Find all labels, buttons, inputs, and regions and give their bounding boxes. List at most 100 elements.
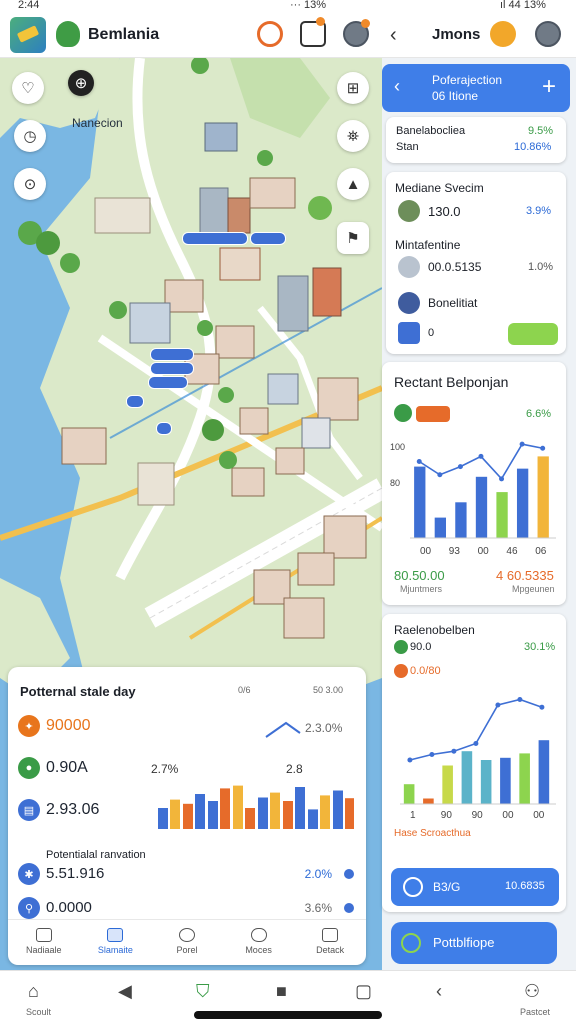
- chart-tag-label: [416, 411, 420, 422]
- stats-card: Potternal stale day 0/6 50 3.00 ✦ 90000 …: [8, 667, 366, 965]
- map-marker-pill[interactable]: [156, 422, 172, 435]
- foot-right-value: 4 60.5335: [496, 568, 554, 583]
- tab-grid[interactable]: Slamaite: [80, 920, 152, 963]
- bar: [183, 803, 193, 829]
- map-marker-pill[interactable]: [150, 362, 194, 375]
- globe-icon[interactable]: ⊕: [68, 70, 94, 96]
- app-title: Bemlania: [88, 26, 160, 43]
- y-tick-label: 80: [390, 478, 400, 488]
- chevron-left-icon[interactable]: ‹: [390, 24, 397, 47]
- bar: [233, 785, 243, 829]
- x-tick-label: 00: [478, 546, 490, 556]
- panel-header-line-2: 06 Itione: [432, 89, 479, 103]
- plus-icon[interactable]: +: [542, 73, 556, 101]
- map-marker-pill[interactable]: [250, 232, 286, 245]
- chart-footnote: Hase Scroacthua: [394, 828, 471, 839]
- sub-row[interactable]: ✱ 5.51.916 2.0%: [18, 863, 358, 885]
- map-marker-pill[interactable]: [148, 376, 188, 389]
- chevron-left-icon[interactable]: ‹: [394, 76, 400, 97]
- line-point: [517, 697, 523, 702]
- bar: [283, 801, 293, 829]
- sub-row-value: 5.51.916: [46, 865, 105, 882]
- stats-header-1: 0/6: [238, 685, 251, 695]
- cart-button[interactable]: [300, 17, 326, 47]
- chart-tag: [416, 406, 450, 422]
- tab-label: Detack: [316, 945, 345, 955]
- map-marker-pill[interactable]: [182, 232, 248, 245]
- shield-check-icon[interactable]: ⛉: [196, 981, 210, 1002]
- bar: [455, 502, 467, 538]
- stats-title: Potternal stale day: [20, 684, 136, 699]
- row-value: 0.0/80: [410, 665, 441, 677]
- action-value: 10.6835: [505, 880, 545, 892]
- leaf-icon: [394, 404, 412, 422]
- tab-bag[interactable]: Detack: [294, 920, 366, 963]
- sub-row[interactable]: ⚲ 0.0000 3.6%: [18, 897, 358, 919]
- panel-header: ‹ Poferajection 06 Itione +: [382, 64, 570, 112]
- right-bar-line-chart-2: 1 90 90 00 00: [400, 697, 556, 820]
- nav-label: Pastcet: [520, 1007, 551, 1017]
- notification-button[interactable]: [490, 21, 516, 47]
- back-triangle-icon[interactable]: ◀: [118, 981, 132, 1002]
- map-marker-pill[interactable]: [150, 348, 194, 361]
- coin-icon: ✦: [18, 715, 40, 737]
- tab-heart[interactable]: Porel: [151, 920, 223, 963]
- primary-action-button[interactable]: Pottblfiope: [391, 922, 557, 964]
- right-bar-line-chart: 00 93 00 46 06 100 80: [390, 441, 556, 556]
- chart-icon: ▤: [18, 799, 40, 821]
- x-tick-label: 93: [449, 546, 461, 556]
- sub-row-percent: 2.0%: [304, 867, 332, 881]
- layers-icon[interactable]: ⊞: [337, 72, 369, 104]
- avatar-button[interactable]: [343, 19, 370, 47]
- line-point: [540, 445, 546, 451]
- bookmark-icon[interactable]: ⚑: [337, 222, 369, 254]
- bar: [500, 757, 511, 804]
- search-button[interactable]: [257, 21, 283, 47]
- sub-row-percent: 3.6%: [304, 901, 332, 915]
- bar: [519, 753, 530, 804]
- status-indicators-right: ıl 44 13%: [500, 0, 546, 11]
- notification-dot: [361, 19, 370, 28]
- nav-label: Scoult: [26, 1007, 52, 1017]
- home-icon[interactable]: ⌂: [28, 981, 39, 1002]
- app-logo[interactable]: [10, 17, 46, 53]
- summary-card[interactable]: Banelabocliea 9.5% Stan 10.86%: [386, 117, 566, 163]
- row-percent: 30.1%: [524, 641, 556, 653]
- line-point: [407, 757, 413, 763]
- profile-avatar-button[interactable]: [535, 21, 561, 47]
- x-tick-label: 00: [533, 810, 545, 820]
- line-point: [429, 752, 435, 757]
- bar: [245, 808, 255, 829]
- bar: [270, 792, 280, 829]
- x-tick-label: 00: [420, 546, 432, 556]
- circle-check-icon: [401, 933, 421, 953]
- leaf-icon: [394, 640, 408, 654]
- bike-icon: ⚲: [18, 897, 40, 919]
- bar: [538, 740, 550, 804]
- timer-icon[interactable]: ◷: [14, 120, 46, 152]
- list-item-title: Bonelitiat: [428, 296, 478, 310]
- person-icon: [398, 292, 420, 314]
- trend-percent: 2.3.0%: [305, 721, 343, 735]
- tab-label: Slamaite: [97, 945, 133, 955]
- heart-icon[interactable]: ♡: [12, 72, 44, 104]
- tab-label: Moces: [245, 945, 272, 955]
- profile-icon[interactable]: ⚇: [524, 981, 540, 1002]
- route-icon[interactable]: ⛯: [337, 120, 369, 152]
- bar: [158, 808, 168, 829]
- orange-dot-icon: [394, 664, 408, 678]
- stat-action-button[interactable]: B3/G 10.6835: [391, 868, 559, 906]
- confirm-button[interactable]: [508, 323, 558, 345]
- tab-home[interactable]: Nadiaale: [8, 920, 80, 963]
- bar: [516, 468, 529, 538]
- recents-icon[interactable]: ▢: [355, 981, 372, 1002]
- tab-cloud[interactable]: Moces: [223, 920, 295, 963]
- chevron-left-icon[interactable]: ‹: [436, 981, 442, 1002]
- map-marker-pill[interactable]: [126, 395, 144, 408]
- panel-header-line-1: Poferajection: [432, 73, 503, 87]
- cake-icon[interactable]: ▲: [337, 168, 369, 200]
- square-icon[interactable]: ■: [276, 981, 287, 1002]
- clock-icon[interactable]: ⊙: [14, 168, 46, 200]
- bar: [320, 795, 330, 829]
- home-indicator[interactable]: [194, 1011, 382, 1019]
